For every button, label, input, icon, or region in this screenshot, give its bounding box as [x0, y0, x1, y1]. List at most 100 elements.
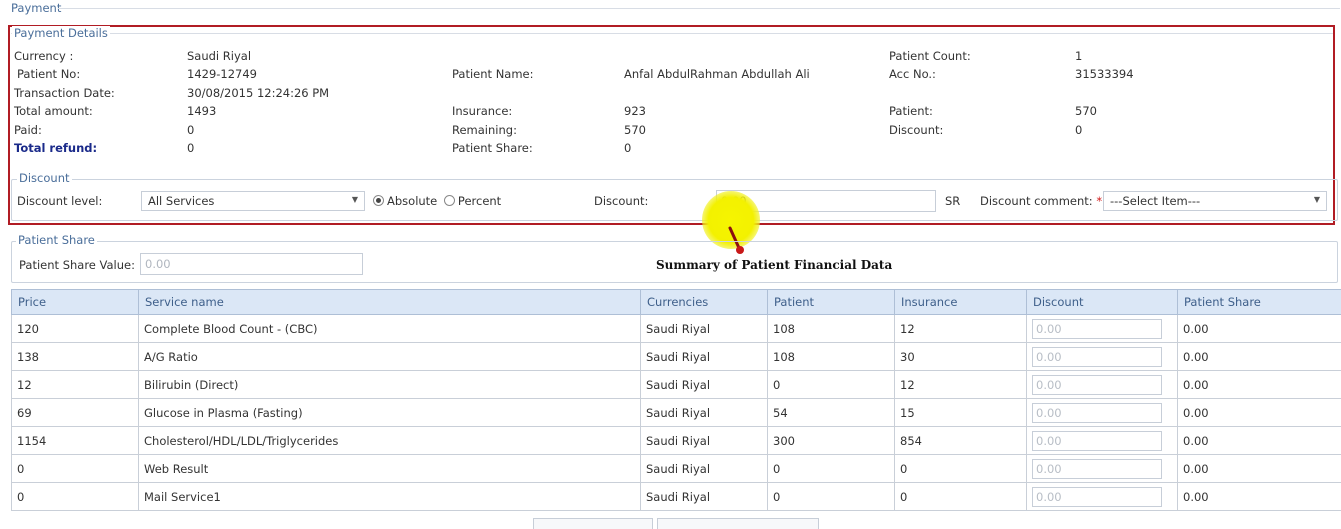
row-discount-input[interactable]: 0.00 — [1032, 431, 1162, 451]
patient-name-label: Patient Name: — [452, 67, 534, 81]
payment-details-divider — [11, 33, 1333, 34]
insurance-cell: 854 — [895, 427, 1027, 455]
column-header-service-name[interactable]: Service name — [139, 290, 641, 315]
price-cell: 69 — [12, 399, 139, 427]
paid-label: Paid: — [14, 123, 42, 137]
radio-selected-icon — [373, 195, 384, 206]
table-row[interactable]: 1154 Cholesterol/HDL/LDL/Triglycerides S… — [12, 427, 1341, 455]
service-name-cell: Mail Service1 — [139, 483, 641, 511]
percent-radio-label: Percent — [458, 194, 501, 208]
table-row[interactable]: 120 Complete Blood Count - (CBC) Saudi R… — [12, 315, 1341, 343]
column-header-currencies[interactable]: Currencies — [641, 290, 768, 315]
discount-summary-label: Discount: — [889, 123, 943, 137]
acc-no-label: Acc No.: — [889, 67, 936, 81]
discount-cell: 0.00 — [1027, 343, 1178, 371]
patient-share-cell: 0.00 — [1178, 371, 1341, 399]
patient-share-value-input[interactable]: 0.00 — [140, 253, 363, 275]
service-name-cell: Web Result — [139, 455, 641, 483]
price-cell: 120 — [12, 315, 139, 343]
currency-label: Currency : — [14, 49, 73, 63]
patient-cell: 0 — [768, 455, 895, 483]
radio-unselected-icon — [444, 195, 455, 206]
column-header-patient-share[interactable]: Patient Share — [1178, 290, 1341, 315]
required-asterisk: * — [1096, 194, 1102, 208]
discount-summary-value: 0 — [1075, 123, 1082, 137]
patient-amount-value: 570 — [1075, 104, 1097, 118]
price-cell: 0 — [12, 483, 139, 511]
insurance-cell: 12 — [895, 315, 1027, 343]
table-row[interactable]: 69 Glucose in Plasma (Fasting) Saudi Riy… — [12, 399, 1341, 427]
row-discount-input[interactable]: 0.00 — [1032, 487, 1162, 507]
percent-radio[interactable]: Percent — [444, 194, 501, 208]
chevron-down-icon: ▼ — [1314, 195, 1320, 204]
section-title-payment: Payment — [9, 1, 63, 15]
patient-no-value: 1429-12749 — [187, 67, 257, 81]
price-cell: 12 — [12, 371, 139, 399]
absolute-radio-label: Absolute — [387, 194, 437, 208]
currency-cell: Saudi Riyal — [641, 343, 768, 371]
patient-share-cell: 0.00 — [1178, 315, 1341, 343]
discount-comment-label: Discount comment: * — [980, 194, 1102, 208]
row-discount-input[interactable]: 0.00 — [1032, 375, 1162, 395]
absolute-radio[interactable]: Absolute — [373, 194, 437, 208]
service-name-cell: Complete Blood Count - (CBC) — [139, 315, 641, 343]
discount-cell: 0.00 — [1027, 315, 1178, 343]
patient-cell: 54 — [768, 399, 895, 427]
currency-cell: Saudi Riyal — [641, 483, 768, 511]
service-name-cell: Cholesterol/HDL/LDL/Triglycerides — [139, 427, 641, 455]
patient-share-cell: 0.00 — [1178, 343, 1341, 371]
discount-cell: 0.00 — [1027, 399, 1178, 427]
discount-legend: Discount — [17, 171, 72, 185]
row-discount-input[interactable]: 0.00 — [1032, 403, 1162, 423]
table-row[interactable]: 0 Mail Service1 Saudi Riyal 0 0 0.00 0.0… — [12, 483, 1341, 511]
patient-share-legend: Patient Share — [16, 233, 97, 247]
paid-value: 0 — [187, 123, 194, 137]
row-discount-input[interactable]: 0.00 — [1032, 459, 1162, 479]
discount-cell: 0.00 — [1027, 371, 1178, 399]
row-discount-input[interactable]: 0.00 — [1032, 347, 1162, 367]
total-amount-value: 1493 — [187, 104, 216, 118]
insurance-cell: 0 — [895, 483, 1027, 511]
insurance-cell: 0 — [895, 455, 1027, 483]
row-discount-input[interactable]: 0.00 — [1032, 319, 1162, 339]
discount-comment-select[interactable]: ---Select Item--- ▼ — [1103, 191, 1327, 211]
discount-comment-value: ---Select Item--- — [1110, 194, 1200, 208]
insurance-value: 923 — [624, 104, 646, 118]
insurance-cell: 30 — [895, 343, 1027, 371]
currency-cell: Saudi Riyal — [641, 315, 768, 343]
column-header-insurance[interactable]: Insurance — [895, 290, 1027, 315]
currency-cell: Saudi Riyal — [641, 399, 768, 427]
total-amount-label: Total amount: — [14, 104, 93, 118]
service-name-cell: Bilirubin (Direct) — [139, 371, 641, 399]
patient-share-cell: 0.00 — [1178, 399, 1341, 427]
discount-level-select[interactable]: All Services ▼ — [141, 191, 365, 211]
discount-cell: 0.00 — [1027, 455, 1178, 483]
column-header-discount[interactable]: Discount — [1027, 290, 1178, 315]
table-row[interactable]: 138 A/G Ratio Saudi Riyal 108 30 0.00 0.… — [12, 343, 1341, 371]
table-row[interactable]: 0 Web Result Saudi Riyal 0 0 0.00 0.00 — [12, 455, 1341, 483]
discount-level-value: All Services — [148, 194, 214, 208]
remaining-value: 570 — [624, 123, 646, 137]
patient-cell: 108 — [768, 315, 895, 343]
column-header-patient[interactable]: Patient — [768, 290, 895, 315]
patient-share-value-label: Patient Share Value: — [19, 258, 135, 272]
discount-mode-radio-group: Absolute Percent — [373, 194, 501, 208]
services-table: Price Service name Currencies Patient In… — [11, 289, 1341, 511]
patient-cell: 0 — [768, 483, 895, 511]
table-row[interactable]: 12 Bilirubin (Direct) Saudi Riyal 0 12 0… — [12, 371, 1341, 399]
patient-share-cell: 0.00 — [1178, 427, 1341, 455]
column-header-price[interactable]: Price — [12, 290, 139, 315]
patient-cell: 0 — [768, 371, 895, 399]
patient-cell: 300 — [768, 427, 895, 455]
remaining-label: Remaining: — [452, 123, 517, 137]
patient-cell: 108 — [768, 343, 895, 371]
currency-cell: Saudi Riyal — [641, 371, 768, 399]
chevron-down-icon: ▼ — [352, 195, 358, 204]
price-cell: 1154 — [12, 427, 139, 455]
total-refund-label: Total refund: — [14, 141, 97, 155]
total-refund-value: 0 — [187, 141, 194, 155]
patient-share-cell: 0.00 — [1178, 455, 1341, 483]
patient-count-label: Patient Count: — [889, 49, 971, 63]
insurance-cell: 15 — [895, 399, 1027, 427]
section-divider — [58, 8, 1340, 9]
